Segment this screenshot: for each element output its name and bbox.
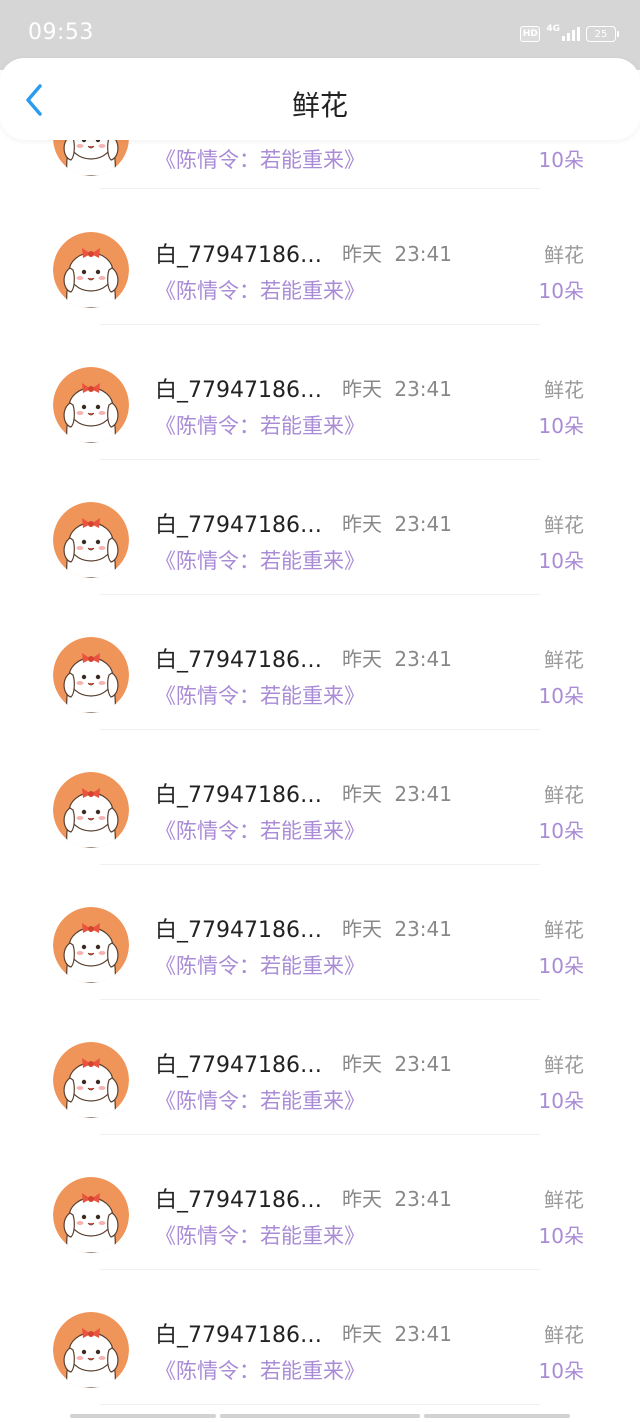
puppy-avatar-icon: [53, 907, 129, 983]
book-title[interactable]: 《陈情令：若能重来》: [155, 1220, 365, 1250]
puppy-avatar-icon: [53, 1312, 129, 1388]
avatar[interactable]: [53, 637, 129, 713]
timestamp: 昨天 23:41: [342, 1052, 452, 1076]
timestamp: 昨天 23:41: [342, 377, 452, 401]
book-title[interactable]: 《陈情令：若能重来》: [155, 815, 365, 845]
puppy-avatar-icon: [53, 367, 129, 443]
avatar[interactable]: [53, 907, 129, 983]
username[interactable]: 白_77947186…: [155, 237, 322, 269]
avatar[interactable]: [53, 1177, 129, 1253]
timestamp: 昨天 23:41: [342, 647, 452, 671]
list-item[interactable]: 白_77947186… 昨天 23:41 鲜花 《陈情令：若能重来》 10朵: [0, 1270, 640, 1405]
username[interactable]: 白_77947186…: [155, 372, 322, 404]
list-item[interactable]: 白_77947186… 昨天 23:41 鲜花 《陈情令：若能重来》 10朵: [0, 865, 640, 1000]
timestamp: 昨天 23:41: [342, 512, 452, 536]
gift-record-list[interactable]: 《陈情令：若能重来》 10朵 白_77947186… 昨天 23:41 鲜花 《…: [0, 0, 640, 1422]
timestamp: 昨天 23:41: [342, 782, 452, 806]
username[interactable]: 白_77947186…: [155, 912, 322, 944]
list-item[interactable]: 白_77947186… 昨天 23:41 鲜花 《陈情令：若能重来》 10朵: [0, 1135, 640, 1270]
book-title[interactable]: 《陈情令：若能重来》: [155, 680, 365, 710]
gift-count: 10朵: [538, 684, 584, 708]
book-title[interactable]: 《陈情令：若能重来》: [155, 1085, 365, 1115]
gift-count: 10朵: [538, 279, 584, 303]
list-item[interactable]: 白_77947186… 昨天 23:41 鲜花 《陈情令：若能重来》 10朵: [0, 460, 640, 595]
timestamp: 昨天 23:41: [342, 1322, 452, 1346]
list-item[interactable]: 白_77947186… 昨天 23:41 鲜花 《陈情令：若能重来》 10朵: [0, 730, 640, 865]
gift-count: 10朵: [538, 1359, 584, 1383]
book-title[interactable]: 《陈情令：若能重来》: [155, 275, 365, 305]
puppy-avatar-icon: [53, 232, 129, 308]
gift-name: 鲜花: [544, 1053, 584, 1077]
username[interactable]: 白_77947186…: [155, 507, 322, 539]
avatar[interactable]: [53, 232, 129, 308]
list-item[interactable]: 白_77947186… 昨天 23:41 鲜花 《陈情令：若能重来》 10朵: [0, 325, 640, 460]
username[interactable]: 白_77947186…: [155, 1317, 322, 1349]
gift-name: 鲜花: [544, 513, 584, 537]
avatar[interactable]: [53, 772, 129, 848]
list-item[interactable]: 白_77947186… 昨天 23:41 鲜花 《陈情令：若能重来》 10朵: [0, 190, 640, 325]
gift-name: 鲜花: [544, 1188, 584, 1212]
puppy-avatar-icon: [53, 637, 129, 713]
puppy-avatar-icon: [53, 772, 129, 848]
gift-count: 10朵: [538, 819, 584, 843]
avatar[interactable]: [53, 367, 129, 443]
book-title: 《陈情令：若能重来》: [155, 148, 365, 172]
divider: [100, 1404, 540, 1405]
puppy-avatar-icon: [53, 1177, 129, 1253]
gift-name: 鲜花: [544, 783, 584, 807]
avatar[interactable]: [53, 502, 129, 578]
username[interactable]: 白_77947186…: [155, 1047, 322, 1079]
gift-count: 10朵: [538, 148, 584, 172]
timestamp: 昨天 23:41: [342, 917, 452, 941]
gift-name: 鲜花: [544, 378, 584, 402]
page-title: 鲜花: [291, 89, 348, 122]
gift-count: 10朵: [538, 954, 584, 978]
list-item[interactable]: 白_77947186… 昨天 23:41 鲜花 《陈情令：若能重来》 10朵: [0, 1000, 640, 1135]
gift-count: 10朵: [538, 1089, 584, 1113]
book-title[interactable]: 《陈情令：若能重来》: [155, 410, 365, 440]
gift-count: 10朵: [538, 414, 584, 438]
username[interactable]: 白_77947186…: [155, 1182, 322, 1214]
gift-name: 鲜花: [544, 918, 584, 942]
avatar[interactable]: [53, 1042, 129, 1118]
gift-count: 10朵: [538, 1224, 584, 1248]
gift-count: 10朵: [538, 549, 584, 573]
username[interactable]: 白_77947186…: [155, 642, 322, 674]
list-item[interactable]: 白_77947186… 昨天 23:41 鲜花 《陈情令：若能重来》 10朵: [0, 595, 640, 730]
avatar[interactable]: [53, 1312, 129, 1388]
book-title[interactable]: 《陈情令：若能重来》: [155, 1355, 365, 1385]
gift-name: 鲜花: [544, 1323, 584, 1347]
nav-header: 鲜花: [0, 58, 640, 140]
gift-name: 鲜花: [544, 243, 584, 267]
book-title[interactable]: 《陈情令：若能重来》: [155, 545, 365, 575]
puppy-avatar-icon: [53, 502, 129, 578]
username[interactable]: 白_77947186…: [155, 777, 322, 809]
timestamp: 昨天 23:41: [342, 242, 452, 266]
book-title[interactable]: 《陈情令：若能重来》: [155, 950, 365, 980]
timestamp: 昨天 23:41: [342, 1187, 452, 1211]
puppy-avatar-icon: [53, 1042, 129, 1118]
gift-name: 鲜花: [544, 648, 584, 672]
divider: [100, 188, 540, 189]
